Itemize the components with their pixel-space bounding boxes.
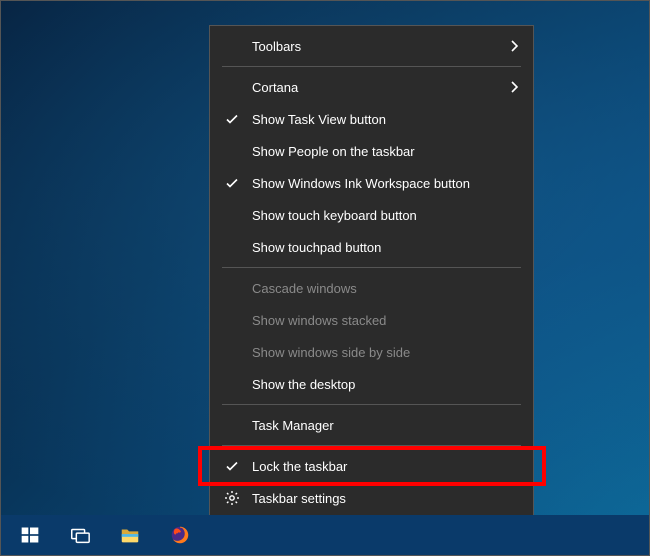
menu-item-label: Show Task View button [252, 112, 386, 127]
menu-item-label: Cortana [252, 80, 298, 95]
check-icon [224, 175, 240, 191]
gear-icon [224, 490, 240, 506]
menu-item-label: Show People on the taskbar [252, 144, 415, 159]
windows-logo-icon [19, 524, 41, 546]
menu-item-task-manager[interactable]: Task Manager [210, 409, 533, 441]
menu-item-show-touch-keyboard-button[interactable]: Show touch keyboard button [210, 199, 533, 231]
menu-item-label: Toolbars [252, 39, 301, 54]
menu-separator [222, 267, 521, 268]
check-icon [224, 458, 240, 474]
check-icon [224, 111, 240, 127]
menu-item-label: Show the desktop [252, 377, 355, 392]
taskbar-context-menu: Toolbars Cortana Show Task View button Show… [209, 25, 534, 519]
menu-item-cortana[interactable]: Cortana [210, 71, 533, 103]
menu-item-show-windows-side-by-side: Show windows side by side [210, 336, 533, 368]
menu-item-label: Taskbar settings [252, 491, 346, 506]
firefox-button[interactable] [157, 515, 203, 555]
taskbar[interactable] [1, 515, 649, 555]
task-view-button[interactable] [57, 515, 103, 555]
menu-item-label: Cascade windows [252, 281, 357, 296]
menu-item-show-the-desktop[interactable]: Show the desktop [210, 368, 533, 400]
menu-item-label: Task Manager [252, 418, 334, 433]
chevron-right-icon [509, 81, 521, 93]
menu-item-lock-the-taskbar[interactable]: Lock the taskbar [210, 450, 533, 482]
menu-item-label: Show windows stacked [252, 313, 386, 328]
chevron-right-icon [509, 40, 521, 52]
start-button[interactable] [7, 515, 53, 555]
folder-icon [119, 524, 141, 546]
menu-item-label: Lock the taskbar [252, 459, 347, 474]
menu-item-label: Show touch keyboard button [252, 208, 417, 223]
menu-item-label: Show Windows Ink Workspace button [252, 176, 470, 191]
menu-item-taskbar-settings[interactable]: Taskbar settings [210, 482, 533, 514]
menu-item-cascade-windows: Cascade windows [210, 272, 533, 304]
menu-item-label: Show windows side by side [252, 345, 410, 360]
task-view-icon [69, 524, 91, 546]
firefox-icon [169, 524, 191, 546]
menu-separator [222, 445, 521, 446]
menu-item-toolbars[interactable]: Toolbars [210, 30, 533, 62]
menu-item-label: Show touchpad button [252, 240, 381, 255]
menu-item-show-touchpad-button[interactable]: Show touchpad button [210, 231, 533, 263]
menu-item-show-windows-ink-workspace-button[interactable]: Show Windows Ink Workspace button [210, 167, 533, 199]
menu-item-show-windows-stacked: Show windows stacked [210, 304, 533, 336]
menu-separator [222, 404, 521, 405]
menu-separator [222, 66, 521, 67]
file-explorer-button[interactable] [107, 515, 153, 555]
menu-item-show-task-view-button[interactable]: Show Task View button [210, 103, 533, 135]
menu-item-show-people-on-the-taskbar[interactable]: Show People on the taskbar [210, 135, 533, 167]
